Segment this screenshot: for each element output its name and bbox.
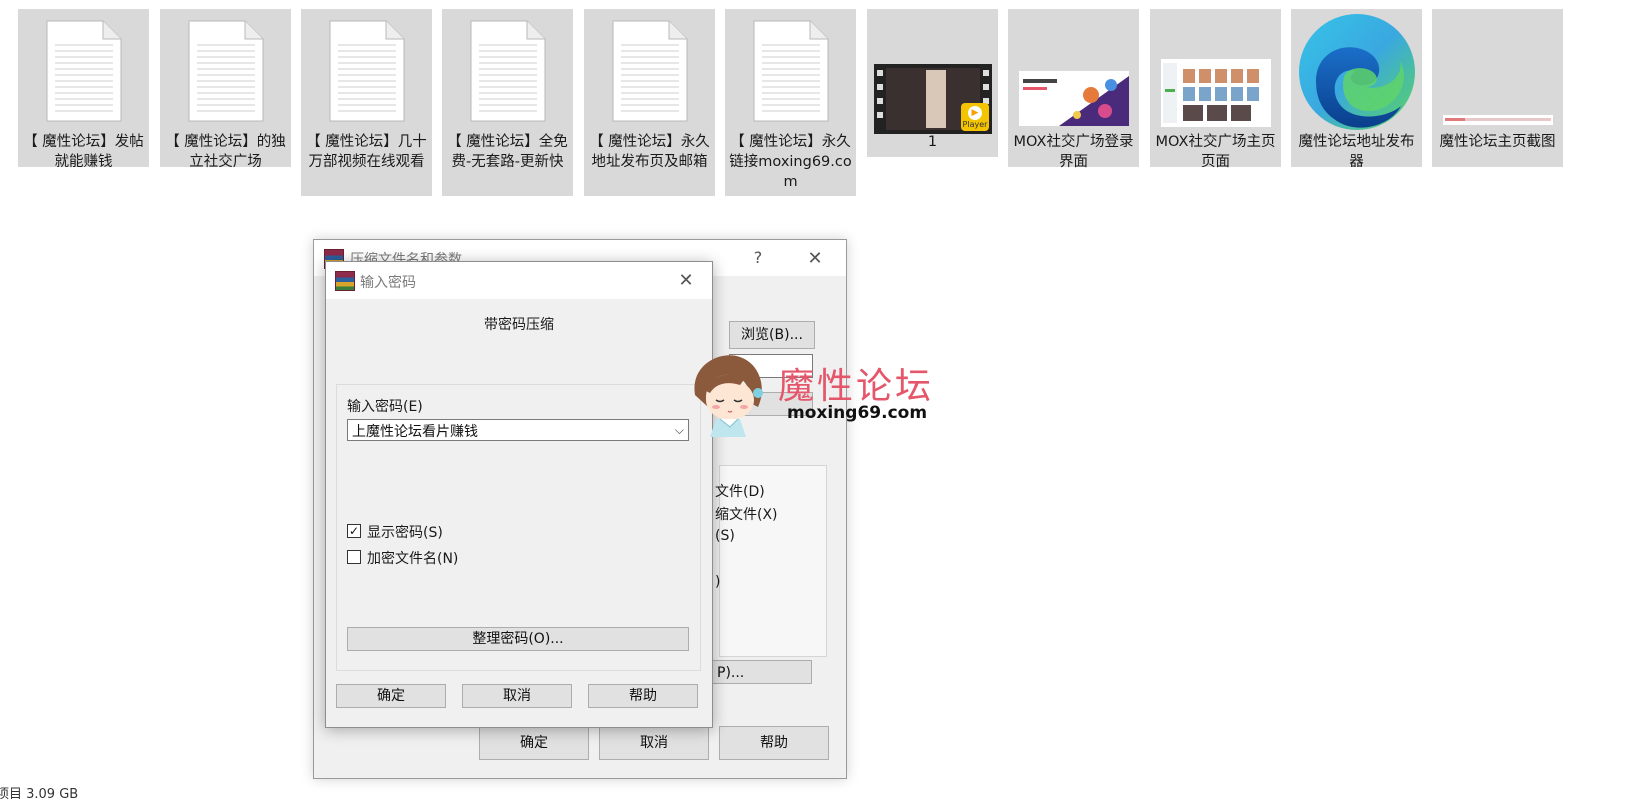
file-item[interactable]: 【 魔性论坛】永久链接moxing69.com bbox=[725, 9, 856, 196]
checkbox-label: 显示密码(S) bbox=[367, 525, 443, 541]
player-badge-label: Player bbox=[962, 120, 988, 129]
ok-button[interactable]: 确定 bbox=[336, 684, 446, 708]
document-icon bbox=[160, 9, 291, 131]
file-item[interactable]: MOX社交广场登录界面 bbox=[1008, 9, 1139, 170]
video-thumbnail: ▶ Player bbox=[867, 9, 998, 134]
document-icon bbox=[18, 9, 149, 131]
checkbox-checked[interactable]: ✓ bbox=[347, 524, 361, 538]
file-item[interactable]: MOX社交广场主页页面 bbox=[1150, 9, 1281, 170]
mascot-girl-icon bbox=[694, 355, 763, 437]
file-name: 【 魔性论坛】几十万部视频在线观看 bbox=[306, 134, 427, 170]
edge-icon bbox=[1291, 9, 1422, 131]
help-button[interactable]: 帮助 bbox=[588, 684, 698, 708]
document-icon bbox=[725, 9, 856, 131]
password-input[interactable]: 上魔性论坛看片赚钱 ⌵ bbox=[347, 419, 689, 441]
cancel-button[interactable]: 取消 bbox=[462, 684, 572, 708]
dialog-titlebar: 输入密码 ✕ bbox=[326, 262, 712, 299]
cancel-button[interactable]: 取消 bbox=[599, 726, 709, 760]
enter-password-dialog: 输入密码 ✕ 带密码压缩 输入密码(E) 上魔性论坛看片赚钱 ⌵ ✓ 显示密码(… bbox=[325, 261, 713, 728]
watermark-title: 魔性论坛 bbox=[778, 366, 935, 407]
file-name: 1 bbox=[927, 134, 938, 150]
help-button[interactable]: 帮助 bbox=[719, 726, 829, 760]
file-name: 【 魔性论坛】的独立社交广场 bbox=[165, 134, 286, 170]
image-thumbnail bbox=[1008, 9, 1139, 131]
file-item[interactable]: 【 魔性论坛】全免费-无套路-更新快 bbox=[442, 9, 573, 196]
option-label: (S) bbox=[715, 528, 735, 544]
watermark-url: moxing69.com bbox=[787, 403, 928, 423]
option-label: 文件(D) bbox=[715, 484, 765, 500]
file-item[interactable]: ▶ Player 1 bbox=[867, 9, 998, 157]
player-badge-icon: ▶ Player bbox=[961, 103, 989, 131]
file-name: 魔性论坛地址发布器 bbox=[1298, 134, 1415, 170]
file-item[interactable]: 魔性论坛地址发布器 bbox=[1291, 9, 1422, 170]
document-icon bbox=[442, 9, 573, 131]
set-password-button[interactable]: P)... bbox=[712, 660, 812, 684]
file-name: 魔性论坛主页截图 bbox=[1439, 134, 1556, 150]
close-icon[interactable]: ✕ bbox=[803, 248, 827, 269]
dialog-title: 输入密码 bbox=[360, 275, 416, 291]
image-thumbnail bbox=[1432, 9, 1563, 131]
checkbox-unchecked[interactable] bbox=[347, 550, 361, 564]
document-icon bbox=[584, 9, 715, 131]
password-value: 上魔性论坛看片赚钱 bbox=[352, 424, 478, 440]
file-item[interactable]: 魔性论坛主页截图 bbox=[1432, 9, 1563, 167]
help-icon[interactable]: ? bbox=[746, 248, 770, 267]
winrar-icon bbox=[335, 271, 355, 291]
file-name: 【 魔性论坛】永久链接moxing69.com bbox=[729, 134, 852, 190]
file-item[interactable]: 【 魔性论坛】几十万部视频在线观看 bbox=[301, 9, 432, 196]
option-label: 缩文件(X) bbox=[715, 507, 778, 523]
image-thumbnail bbox=[1150, 9, 1281, 131]
option-label: ) bbox=[715, 574, 721, 590]
file-item[interactable]: 【 魔性论坛】发帖就能赚钱 bbox=[18, 9, 149, 170]
file-item[interactable]: 【 魔性论坛】永久地址发布页及邮箱 bbox=[584, 9, 715, 196]
organize-passwords-button[interactable]: 整理密码(O)... bbox=[347, 627, 689, 651]
dialog-heading: 带密码压缩 bbox=[484, 317, 554, 333]
document-icon bbox=[301, 9, 432, 131]
file-name: 【 魔性论坛】发帖就能赚钱 bbox=[23, 134, 144, 170]
status-bar-text: 项目 3.09 GB bbox=[0, 787, 79, 802]
checkbox-label: 加密文件名(N) bbox=[367, 551, 459, 567]
file-item[interactable]: 【 魔性论坛】的独立社交广场 bbox=[160, 9, 291, 170]
file-name: 【 魔性论坛】永久地址发布页及邮箱 bbox=[589, 134, 710, 170]
file-name: MOX社交广场登录界面 bbox=[1013, 134, 1134, 170]
file-name: MOX社交广场主页页面 bbox=[1155, 134, 1276, 170]
file-name: 【 魔性论坛】全免费-无套路-更新快 bbox=[447, 134, 568, 170]
ok-button[interactable]: 确定 bbox=[479, 726, 589, 760]
password-label: 输入密码(E) bbox=[347, 399, 423, 415]
watermark: 魔性论坛 moxing69.com bbox=[680, 345, 955, 445]
close-icon[interactable]: ✕ bbox=[674, 270, 698, 291]
